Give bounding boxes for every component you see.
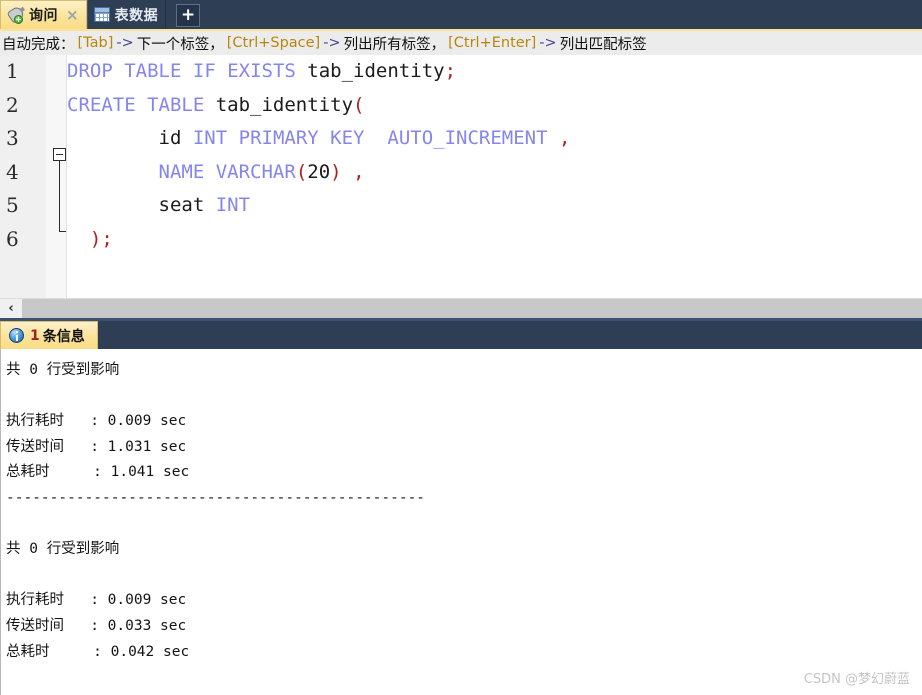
code-token: ) bbox=[330, 160, 342, 183]
info-icon bbox=[9, 328, 24, 343]
code-token: seat bbox=[67, 194, 216, 216]
code-token: id bbox=[67, 127, 193, 149]
code-token: TABLE bbox=[147, 93, 205, 116]
code-token: TABLE bbox=[124, 60, 182, 82]
code-token: CREATE bbox=[67, 93, 136, 116]
code-line: CREATE TABLE tab_identity( bbox=[67, 89, 570, 123]
code-content[interactable]: DROP TABLE IF EXISTS tab_identity; CREATE… bbox=[67, 55, 570, 256]
fold-guide-line bbox=[59, 161, 60, 231]
tab-query[interactable]: 询问 × bbox=[0, 0, 87, 29]
hint-key-tab: [Tab] bbox=[77, 35, 114, 51]
line-number: 6 bbox=[6, 226, 19, 251]
autocomplete-hint-bar: 自动完成： [Tab] -> 下一个标签， [Ctrl+Space] -> 列出… bbox=[0, 29, 922, 55]
code-token: EXISTS bbox=[227, 60, 296, 82]
scrollbar-track[interactable] bbox=[22, 299, 922, 318]
line-number: 5 bbox=[6, 193, 19, 217]
code-token: INT bbox=[192, 127, 228, 149]
scroll-left-arrow-icon[interactable]: ‹ bbox=[0, 299, 22, 318]
code-token: ; bbox=[444, 60, 457, 82]
hint-text-0: 下一个标签， bbox=[136, 36, 224, 53]
code-token: ( bbox=[353, 93, 365, 116]
code-token: tab_identity bbox=[204, 93, 354, 116]
code-line: seat INT bbox=[67, 189, 570, 223]
tab-message-result[interactable]: 1 条信息 bbox=[0, 321, 98, 349]
line-number: 4 bbox=[6, 159, 19, 184]
code-token: , bbox=[353, 160, 365, 183]
code-token: VARCHAR bbox=[215, 160, 296, 183]
tab-table-data[interactable]: 表数据 bbox=[86, 0, 167, 29]
code-line: id INT PRIMARY KEY AUTO_INCREMENT , bbox=[67, 122, 571, 156]
hint-key-ctrl-enter: [Ctrl+Enter] bbox=[448, 35, 537, 51]
query-plug-icon bbox=[6, 4, 26, 24]
code-token: INT bbox=[215, 194, 251, 216]
code-token: IF bbox=[192, 60, 216, 82]
code-token: tab_identity bbox=[295, 60, 445, 82]
fold-guide-foot bbox=[59, 231, 66, 232]
line-number: 1 bbox=[6, 59, 19, 83]
watermark: CSDN @梦幻蔚蓝 bbox=[803, 672, 910, 687]
code-line: DROP TABLE IF EXISTS tab_identity; bbox=[67, 55, 570, 89]
result-tab-strip: 1 条信息 bbox=[0, 318, 922, 349]
code-token: , bbox=[558, 127, 571, 149]
table-grid-icon bbox=[93, 7, 110, 22]
code-token: ) bbox=[89, 227, 102, 250]
code-line: ); bbox=[67, 223, 570, 257]
sql-editor[interactable]: 1 2 3 4 5 6 DROP TABLE IF EXISTS tab_identity… bbox=[0, 55, 922, 298]
code-token: AUTO_INCREMENT bbox=[387, 127, 548, 149]
hint-arrow-1: -> bbox=[323, 35, 341, 51]
fold-collapse-icon[interactable] bbox=[53, 148, 66, 161]
tab-bar: 询问 × 表数据 + bbox=[0, 0, 922, 29]
editor-horizontal-scrollbar[interactable]: ‹ bbox=[0, 298, 922, 318]
close-icon[interactable]: × bbox=[66, 7, 79, 23]
hint-prefix: 自动完成： bbox=[2, 36, 75, 53]
tab-table-data-label: 表数据 bbox=[114, 7, 159, 24]
message-count: 1 bbox=[30, 327, 40, 344]
editor-fold-column[interactable] bbox=[46, 55, 67, 298]
message-tab-label: 条信息 bbox=[42, 328, 85, 345]
hint-arrow-2: -> bbox=[539, 35, 557, 51]
hint-text-1: 列出所有标签， bbox=[343, 36, 446, 53]
code-token: DROP bbox=[67, 60, 113, 82]
hint-key-ctrl-space: [Ctrl+Space] bbox=[226, 35, 321, 51]
code-token: KEY bbox=[330, 127, 365, 149]
message-output-pane[interactable]: 共 0 行受到影响 执行耗时 : 0.009 sec 传送时间 : 1.031 … bbox=[0, 349, 922, 695]
tab-query-label: 询问 bbox=[29, 8, 58, 24]
code-token: ; bbox=[101, 227, 113, 250]
code-token: ( bbox=[295, 160, 308, 183]
hint-text-2: 列出匹配标签 bbox=[559, 36, 647, 53]
code-token: PRIMARY bbox=[238, 127, 319, 149]
code-line: NAME VARCHAR(20) , bbox=[67, 156, 570, 190]
line-number: 2 bbox=[6, 92, 19, 117]
code-token: 20 bbox=[307, 160, 331, 183]
new-tab-button[interactable]: + bbox=[176, 4, 201, 27]
message-output-text: 共 0 行受到影响 执行耗时 : 0.009 sec 传送时间 : 1.031 … bbox=[6, 362, 426, 660]
line-number: 3 bbox=[6, 126, 19, 150]
code-token: NAME bbox=[158, 160, 205, 183]
line-number-column: 1 2 3 4 5 6 bbox=[0, 55, 40, 256]
hint-arrow-0: -> bbox=[116, 35, 134, 51]
